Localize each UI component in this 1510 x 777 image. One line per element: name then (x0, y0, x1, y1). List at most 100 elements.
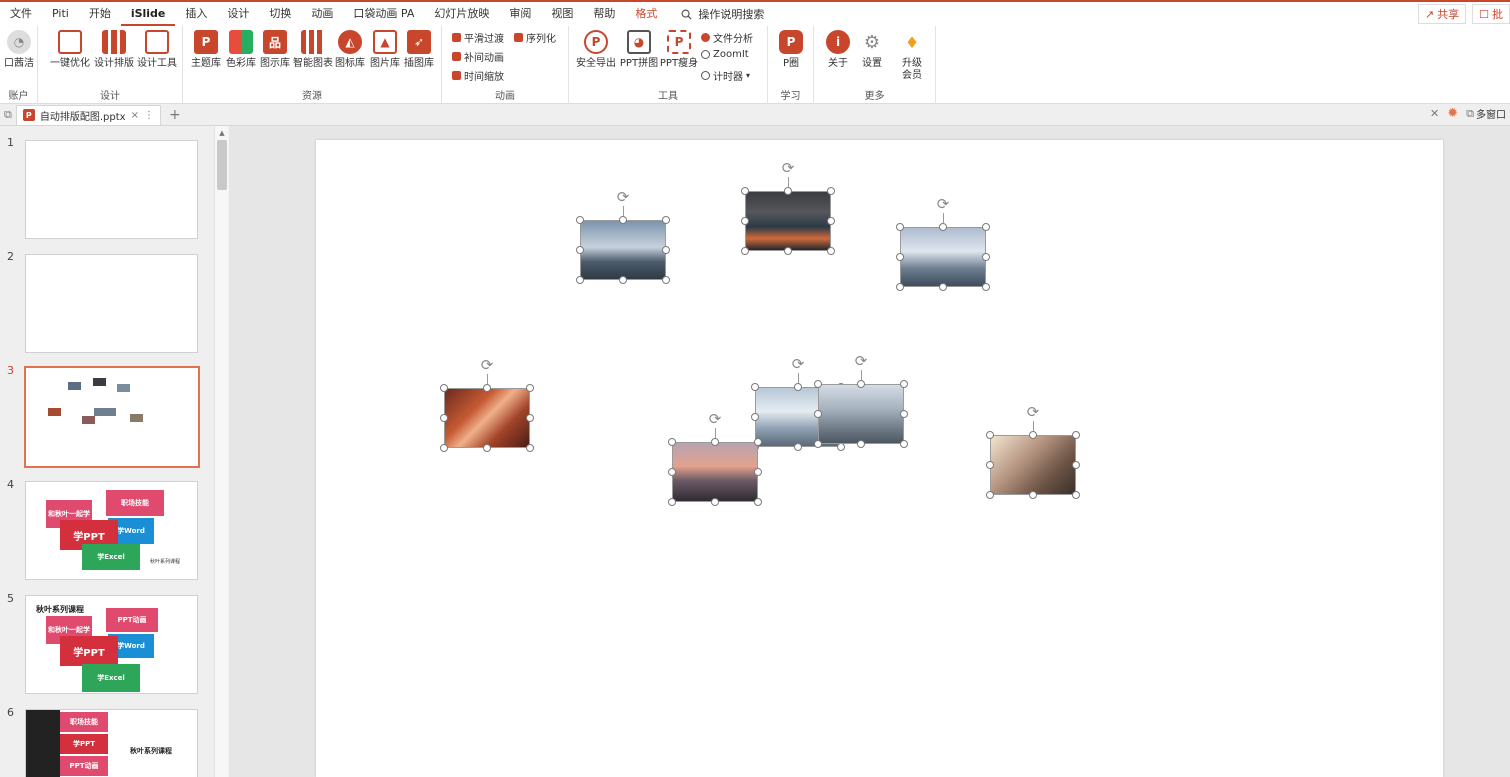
selected-picture[interactable] (580, 220, 666, 280)
menu-help[interactable]: 帮助 (583, 2, 625, 26)
resize-handle[interactable] (662, 276, 670, 284)
resize-handle[interactable] (794, 383, 802, 391)
illustration-library-button[interactable]: ➶ 插图库 (401, 30, 437, 70)
resize-handle[interactable] (576, 216, 584, 224)
resize-handle[interactable] (619, 216, 627, 224)
resize-handle[interactable] (827, 217, 835, 225)
resize-handle[interactable] (794, 443, 802, 451)
menu-transitions[interactable]: 切换 (259, 2, 301, 26)
resize-handle[interactable] (668, 498, 676, 506)
about-button[interactable]: i 关于 (820, 30, 856, 70)
menu-islide[interactable]: iSlide (120, 2, 176, 26)
resize-handle[interactable] (986, 461, 994, 469)
resize-handle[interactable] (711, 498, 719, 506)
menu-file[interactable]: 文件 (0, 2, 42, 26)
resize-handle[interactable] (896, 223, 904, 231)
resize-handle[interactable] (1029, 431, 1037, 439)
resize-handle[interactable] (982, 283, 990, 291)
scrollbar-thumb[interactable] (217, 140, 227, 190)
resize-handle[interactable] (982, 223, 990, 231)
resize-handle[interactable] (896, 253, 904, 261)
resize-handle[interactable] (662, 216, 670, 224)
tab-list-icon[interactable]: ⧉ (4, 108, 12, 122)
menu-animations[interactable]: 动画 (301, 2, 343, 26)
icon-library-button[interactable]: ◭ 图标库 (332, 30, 368, 70)
resize-handle[interactable] (711, 438, 719, 446)
menu-review[interactable]: 审阅 (499, 2, 541, 26)
scroll-up-icon[interactable]: ▲ (217, 128, 227, 138)
selected-picture[interactable] (672, 442, 758, 502)
rotate-handle-icon[interactable]: ⟳ (934, 195, 952, 213)
diagram-library-button[interactable]: 品 图示库 (257, 30, 293, 70)
resize-handle[interactable] (900, 440, 908, 448)
menu-insert[interactable]: 插入 (175, 2, 217, 26)
resize-handle[interactable] (900, 380, 908, 388)
p-circle-button[interactable]: P P圈 (773, 30, 809, 70)
rotate-handle-icon[interactable]: ⟳ (779, 159, 797, 177)
resize-handle[interactable] (668, 438, 676, 446)
color-library-button[interactable]: 色彩库 (223, 30, 259, 70)
resize-handle[interactable] (857, 380, 865, 388)
menu-design[interactable]: 设计 (217, 2, 259, 26)
resize-handle[interactable] (440, 384, 448, 392)
design-tools-button[interactable]: 设计工具 (137, 30, 177, 70)
resize-handle[interactable] (619, 276, 627, 284)
menu-slideshow[interactable]: 幻灯片放映 (424, 2, 499, 26)
image-library-button[interactable]: ▲ 图片库 (367, 30, 403, 70)
resize-handle[interactable] (662, 246, 670, 254)
slide-thumbnail-2[interactable] (25, 254, 198, 353)
slide-thumbnail-1[interactable] (25, 140, 198, 239)
resize-handle[interactable] (741, 217, 749, 225)
resize-handle[interactable] (576, 246, 584, 254)
resize-handle[interactable] (576, 276, 584, 284)
new-tab-icon[interactable]: + (169, 107, 181, 123)
selected-picture[interactable] (900, 227, 986, 287)
one-click-optimize-button[interactable]: 一键优化 (50, 30, 90, 70)
selected-picture[interactable] (818, 384, 904, 444)
rotate-handle-icon[interactable]: ⟳ (706, 410, 724, 428)
share-button[interactable]: ↗ 共享 (1417, 4, 1467, 24)
zoomit-button[interactable]: ZoomIt (701, 49, 749, 60)
resize-handle[interactable] (668, 468, 676, 476)
slide-thumbnail-6[interactable]: 职场技能 学PPT PPT动画 和秋叶一起学 秋叶系列课程 (25, 709, 198, 777)
brand-gear-icon[interactable]: ✹ (1447, 106, 1458, 121)
ppt-slim-button[interactable]: P PPT瘦身 (659, 30, 699, 70)
selected-picture[interactable] (745, 191, 831, 251)
selected-picture[interactable] (444, 388, 530, 448)
rotate-handle-icon[interactable]: ⟳ (1024, 403, 1042, 421)
resize-handle[interactable] (440, 444, 448, 452)
menu-view[interactable]: 视图 (541, 2, 583, 26)
rotate-handle-icon[interactable]: ⟳ (789, 355, 807, 373)
resize-handle[interactable] (741, 247, 749, 255)
resize-handle[interactable] (784, 187, 792, 195)
document-tab[interactable]: P 自动排版配图.pptx × ⋮ (15, 104, 161, 125)
multi-window-button[interactable]: ⧉ 多窗口 (1466, 106, 1506, 122)
menu-home[interactable]: 开始 (79, 2, 121, 26)
rotate-handle-icon[interactable]: ⟳ (852, 352, 870, 370)
selected-picture[interactable] (990, 435, 1076, 495)
file-analysis-button[interactable]: 文件分析 (701, 30, 753, 45)
rotate-handle-icon[interactable]: ⟳ (478, 356, 496, 374)
menu-pocket-animation[interactable]: 口袋动画 PA (343, 2, 424, 26)
resize-handle[interactable] (1029, 491, 1037, 499)
resize-handle[interactable] (986, 431, 994, 439)
resize-handle[interactable] (483, 444, 491, 452)
resize-handle[interactable] (754, 498, 762, 506)
resize-handle[interactable] (900, 410, 908, 418)
resize-handle[interactable] (814, 380, 822, 388)
resize-handle[interactable] (1072, 461, 1080, 469)
resize-handle[interactable] (814, 440, 822, 448)
resize-handle[interactable] (986, 491, 994, 499)
resize-handle[interactable] (526, 444, 534, 452)
resize-handle[interactable] (827, 247, 835, 255)
resize-handle[interactable] (526, 384, 534, 392)
slide-canvas[interactable]: ⟳ ⟳ ⟳ ⟳ ⟳ ⟳ ⟳ ⟳ (316, 140, 1443, 777)
slide-thumbnail-4[interactable]: 和秋叶一起学 职场技能 学Word 学PPT 学Excel 秋叶系列课程 (25, 481, 198, 580)
ppt-collage-button[interactable]: ◕ PPT拼图 (618, 30, 660, 70)
smooth-transition-button[interactable]: 平滑过渡 (452, 30, 504, 45)
smart-chart-button[interactable]: 智能图表 (293, 30, 333, 70)
resize-handle[interactable] (751, 383, 759, 391)
resize-handle[interactable] (754, 438, 762, 446)
menu-format[interactable]: 格式 (625, 2, 667, 26)
resize-handle[interactable] (440, 414, 448, 422)
